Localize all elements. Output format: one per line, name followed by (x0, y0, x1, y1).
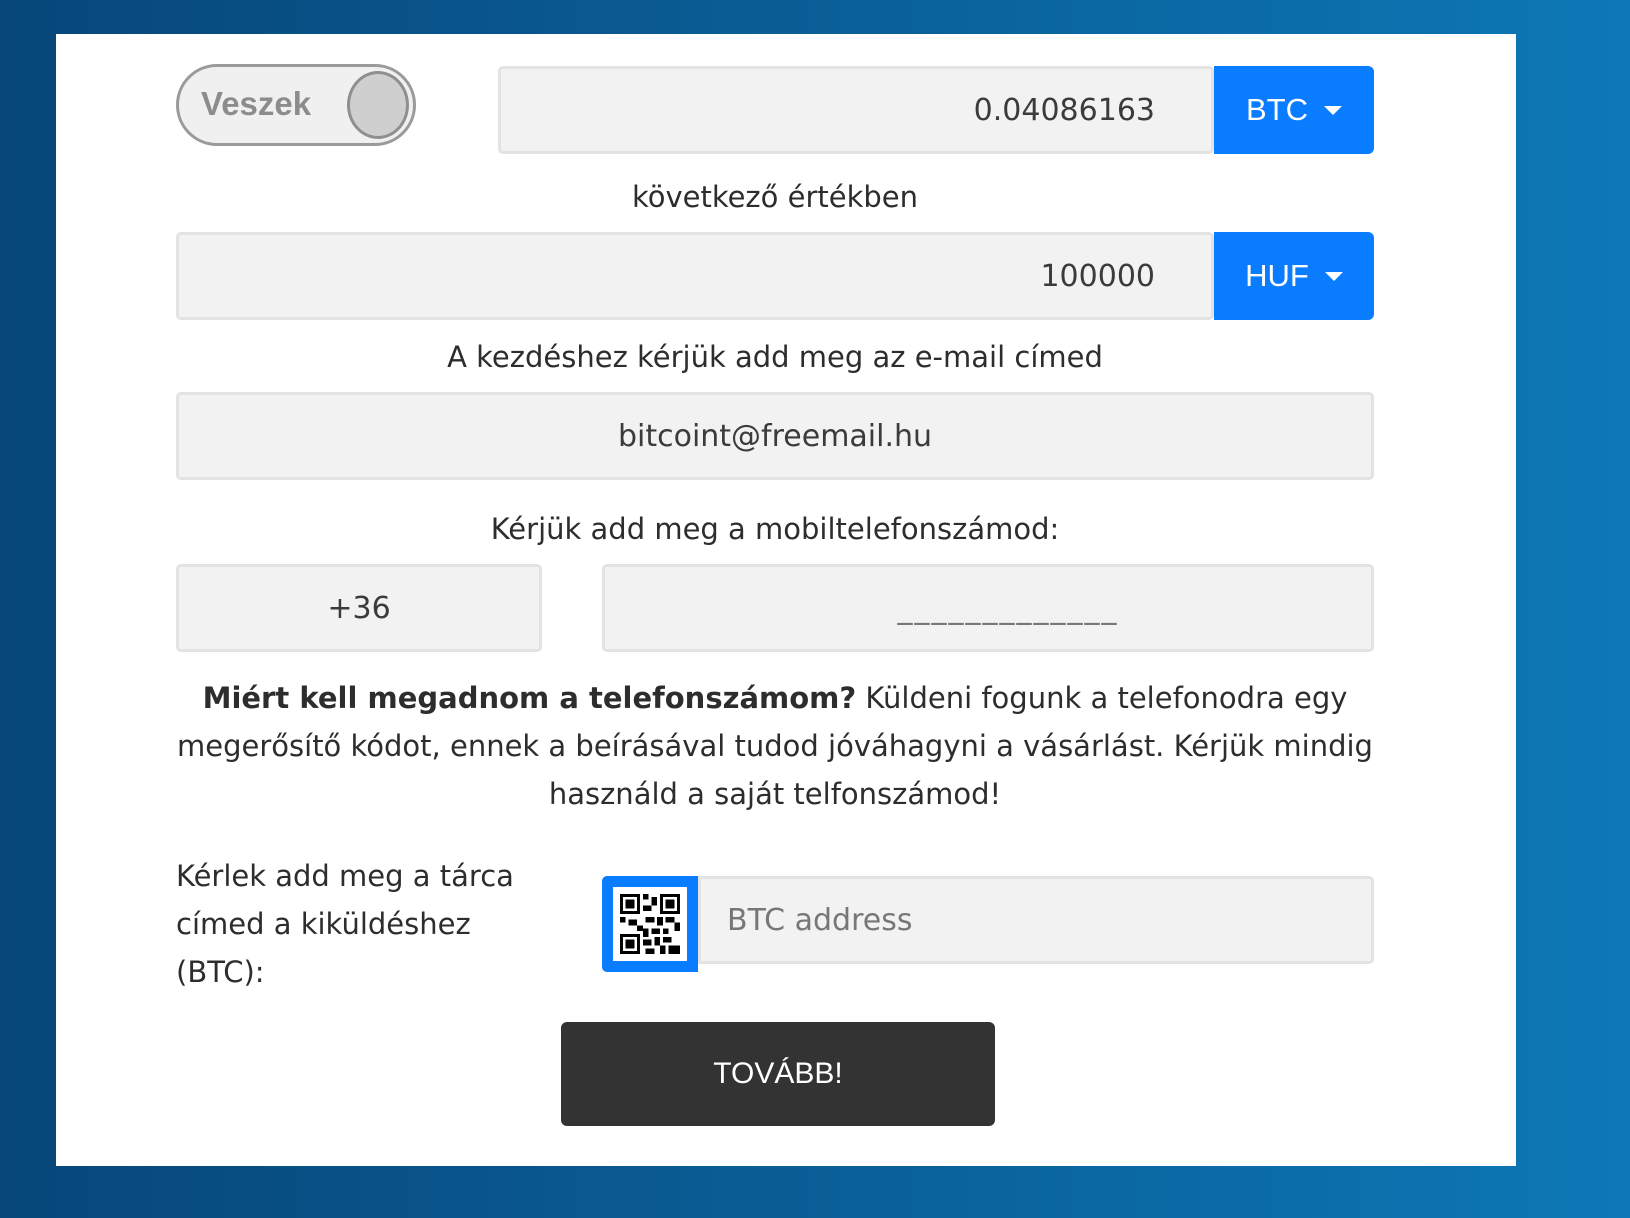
value-label: következő értékben (631, 180, 919, 214)
email-label: A kezdéshez kérjük add meg az e-mail cím… (447, 340, 1103, 374)
email-field[interactable]: bitcoint@freemail.hu (176, 392, 1374, 480)
crypto-currency-label: BTC (1246, 92, 1308, 127)
next-button[interactable]: TOVÁBB! (561, 1022, 995, 1126)
phone-mask: _____________ (897, 590, 1119, 626)
phone-number-field[interactable]: _____________ (602, 564, 1374, 652)
caret-down-icon (1324, 105, 1342, 115)
crypto-currency-dropdown[interactable]: BTC (1214, 66, 1374, 154)
exchange-form-card: Veszek 0.04086163 BTC következő értékben… (56, 34, 1516, 1166)
qr-code-icon (613, 887, 687, 961)
toggle-knob[interactable] (347, 71, 409, 139)
buy-sell-toggle[interactable]: Veszek (176, 64, 416, 146)
phone-info-bold: Miért kell megadnom a telefonszámom? (202, 681, 857, 715)
caret-down-icon (1324, 271, 1343, 281)
phone-prefix-value: +36 (327, 590, 391, 626)
fiat-amount-value: 100000 (1040, 258, 1155, 294)
fiat-currency-label: HUF (1245, 258, 1309, 293)
qr-scan-button[interactable] (602, 876, 698, 972)
wallet-label: Kérlek add meg a tárca címed a kiküldésh… (176, 859, 514, 989)
email-value: bitcoint@freemail.hu (617, 418, 933, 454)
fiat-amount-input[interactable]: 100000 (176, 232, 1214, 320)
wallet-address-placeholder: BTC address (727, 902, 913, 938)
wallet-address-input[interactable]: BTC address (698, 876, 1374, 964)
toggle-label: Veszek (201, 85, 312, 122)
phone-label: Kérjük add meg a mobiltelefonszámod: (490, 512, 1060, 546)
phone-prefix-field[interactable]: +36 (176, 564, 542, 652)
crypto-amount-value: 0.04086163 (973, 92, 1155, 128)
fiat-currency-dropdown[interactable]: HUF (1214, 232, 1374, 320)
phone-info-text: Miért kell megadnom a telefonszámom? Kül… (172, 674, 1378, 824)
crypto-amount-input[interactable]: 0.04086163 (498, 66, 1214, 154)
